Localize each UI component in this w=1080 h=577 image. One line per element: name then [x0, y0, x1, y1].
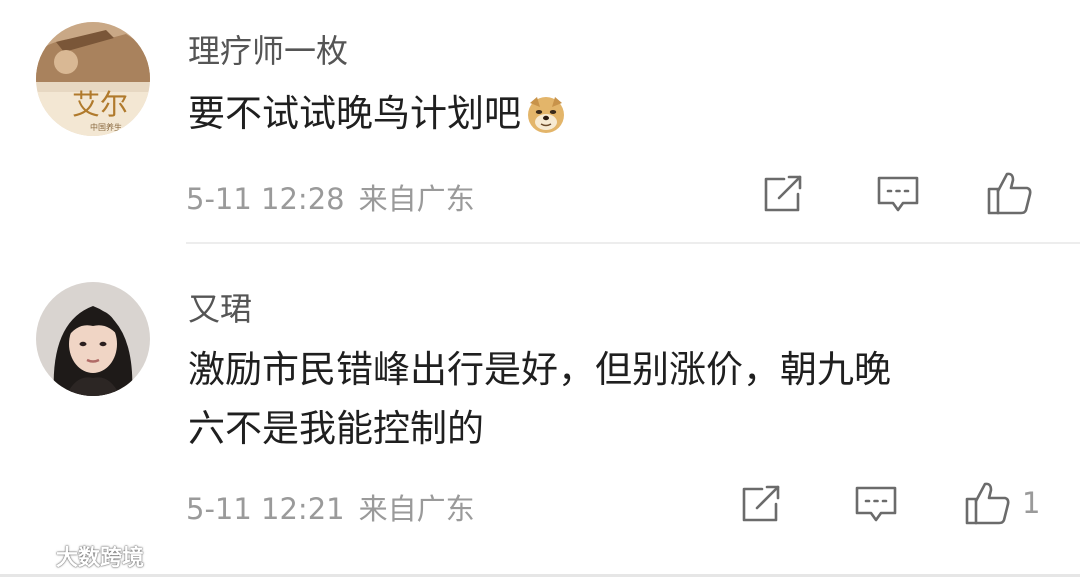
thumbs-up-icon [965, 482, 1010, 525]
avatar[interactable]: 艾尔 中国养生 [36, 22, 150, 136]
reply-button[interactable] [876, 174, 920, 214]
thumbs-up-icon [987, 172, 1032, 215]
comment-text-line: 六不是我能控制的 [188, 407, 484, 450]
doge-emoji-icon [525, 93, 567, 135]
share-button[interactable] [740, 484, 782, 524]
comment-username[interactable]: 理疗师一枚 [188, 26, 348, 72]
comment-location: 来自广东 [358, 182, 475, 216]
comment-text-content: 要不试试晚鸟计划吧 [188, 92, 521, 135]
watermark-logo-icon [9, 544, 49, 564]
watermark-text: 大数跨境 [56, 546, 145, 571]
comment-item: 又珺 激励市民错峰出行是好，但别涨价，朝九晚 六不是我能控制的 5-11 12:… [0, 244, 1080, 556]
like-count: 1 [1022, 486, 1041, 520]
avatar[interactable] [36, 282, 150, 396]
comment-text-line: 激励市民错峰出行是好，但别涨价，朝九晚 [188, 348, 891, 391]
avatar-image: 艾尔 中国养生 [36, 22, 150, 136]
comment-username[interactable]: 又珺 [188, 284, 252, 330]
comment-location: 来自广东 [358, 492, 475, 526]
like-button[interactable] [986, 170, 1044, 216]
avatar-logo-text: 艾尔 [72, 88, 128, 121]
comment-icon [855, 486, 897, 522]
avatar-caption: 中国养生 [90, 122, 122, 132]
comment-icon [877, 176, 919, 212]
comment-text: 要不试试晚鸟计划吧 [188, 84, 1058, 143]
watermark: 大数跨境 [8, 540, 144, 572]
comment-date: 5-11 12:28 [186, 182, 345, 216]
comment-text: 激励市民错峰出行是好，但别涨价，朝九晚 六不是我能控制的 [188, 340, 1058, 458]
comment-meta: 5-11 12:28 来自广东 [186, 176, 489, 218]
reply-button[interactable] [854, 484, 898, 524]
comment-meta: 5-11 12:21 来自广东 [186, 486, 489, 528]
share-button[interactable] [762, 174, 804, 214]
share-icon [764, 175, 802, 212]
comment-item: 艾尔 中国养生 理疗师一枚 要不试试晚鸟计划吧 5-11 12:28 来自广东 [0, 0, 1080, 244]
avatar-image [36, 282, 150, 396]
share-icon [742, 485, 780, 522]
like-button[interactable]: 1 [964, 480, 1040, 526]
comment-date: 5-11 12:21 [186, 492, 345, 526]
